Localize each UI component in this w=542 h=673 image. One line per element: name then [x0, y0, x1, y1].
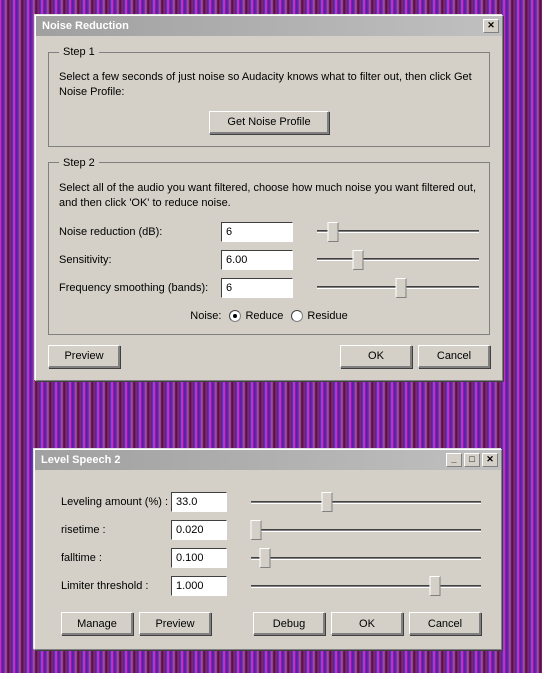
sensitivity-label: Sensitivity: — [59, 254, 221, 266]
manage-button[interactable]: Manage — [61, 612, 133, 635]
limiter-threshold-slider[interactable] — [251, 576, 481, 596]
close-icon[interactable]: ✕ — [483, 19, 499, 33]
dialog-title: Noise Reduction — [42, 20, 129, 32]
limiter-threshold-label: Limiter threshold : — [61, 580, 171, 592]
step1-group: Step 1 Select a few seconds of just nois… — [48, 46, 490, 147]
preview-button[interactable]: Preview — [48, 345, 120, 368]
leveling-amount-input[interactable] — [171, 492, 227, 512]
noise-mode-label: Noise: — [190, 310, 221, 322]
step2-instructions: Select all of the audio you want filtere… — [59, 181, 479, 212]
sensitivity-input[interactable] — [221, 250, 293, 270]
ok-button[interactable]: OK — [331, 612, 403, 635]
sensitivity-slider[interactable] — [317, 250, 479, 270]
risetime-slider[interactable] — [251, 520, 481, 540]
get-noise-profile-button[interactable]: Get Noise Profile — [209, 111, 329, 134]
radio-icon — [291, 310, 303, 322]
freq-smoothing-label: Frequency smoothing (bands): — [59, 282, 221, 294]
step1-instructions: Select a few seconds of just noise so Au… — [59, 70, 479, 101]
step2-group: Step 2 Select all of the audio you want … — [48, 157, 490, 335]
titlebar[interactable]: Noise Reduction ✕ — [36, 16, 502, 36]
preview-button[interactable]: Preview — [139, 612, 211, 635]
cancel-button[interactable]: Cancel — [418, 345, 490, 368]
noise-reduction-slider[interactable] — [317, 222, 479, 242]
freq-smoothing-slider[interactable] — [317, 278, 479, 298]
noise-reduction-input[interactable] — [221, 222, 293, 242]
risetime-label: risetime : — [61, 524, 171, 536]
close-icon[interactable]: ✕ — [482, 453, 498, 467]
level-speech-dialog: Level Speech 2 _ □ ✕ Leveling amount (%)… — [34, 449, 502, 650]
falltime-input[interactable] — [171, 548, 227, 568]
noise-reduction-label: Noise reduction (dB): — [59, 226, 221, 238]
falltime-label: falltime : — [61, 552, 171, 564]
limiter-threshold-input[interactable] — [171, 576, 227, 596]
radio-icon — [229, 310, 241, 322]
step1-legend: Step 1 — [59, 46, 99, 58]
cancel-button[interactable]: Cancel — [409, 612, 481, 635]
risetime-input[interactable] — [171, 520, 227, 540]
step2-legend: Step 2 — [59, 157, 99, 169]
minimize-icon[interactable]: _ — [446, 453, 462, 467]
freq-smoothing-input[interactable] — [221, 278, 293, 298]
noise-reduction-dialog: Noise Reduction ✕ Step 1 Select a few se… — [35, 15, 503, 381]
leveling-amount-slider[interactable] — [251, 492, 481, 512]
reduce-radio[interactable]: Reduce — [229, 310, 283, 322]
residue-radio[interactable]: Residue — [291, 310, 347, 322]
ok-button[interactable]: OK — [340, 345, 412, 368]
debug-button[interactable]: Debug — [253, 612, 325, 635]
dialog-title: Level Speech 2 — [41, 454, 121, 466]
leveling-amount-label: Leveling amount (%) : — [61, 496, 171, 508]
maximize-icon[interactable]: □ — [464, 453, 480, 467]
titlebar[interactable]: Level Speech 2 _ □ ✕ — [35, 450, 501, 470]
falltime-slider[interactable] — [251, 548, 481, 568]
